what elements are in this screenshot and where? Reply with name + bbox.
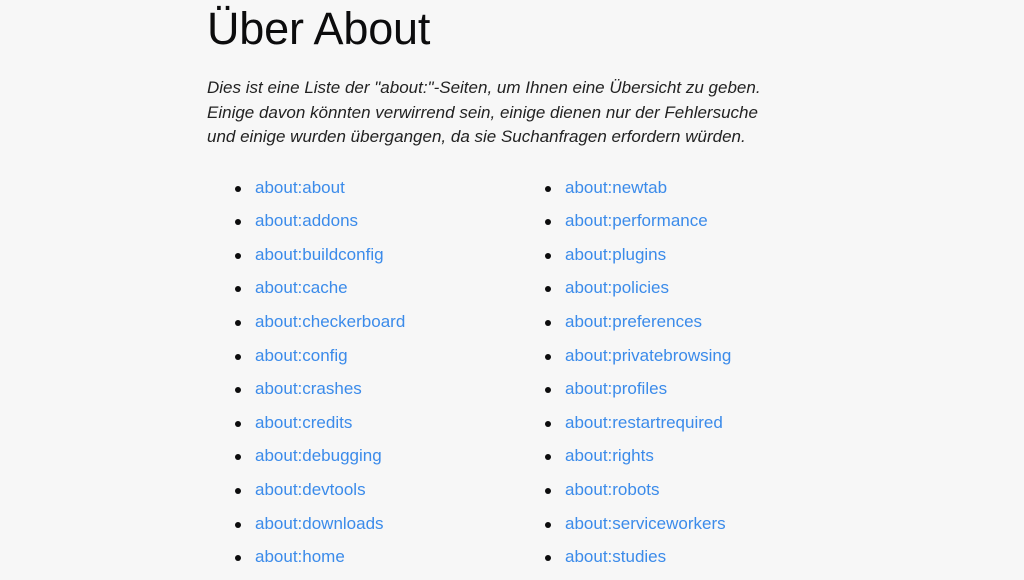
list-item: about:serviceworkers [542, 507, 872, 541]
about-pages-columns: about:about about:addons about:buildconf… [207, 171, 1024, 574]
about-page-link[interactable]: about:credits [255, 413, 352, 432]
about-page-link[interactable]: about:devtools [255, 480, 366, 499]
about-page-link[interactable]: about:performance [565, 211, 708, 230]
list-item: about:preferences [542, 305, 872, 339]
about-page-link[interactable]: about:cache [255, 278, 348, 297]
about-page-link[interactable]: about:rights [565, 446, 654, 465]
bullet-icon [235, 555, 241, 562]
list-item: about:restartrequired [542, 406, 872, 440]
about-list-left-column: about:about about:addons about:buildconf… [232, 171, 542, 574]
bullet-icon [235, 454, 241, 461]
bullet-icon [545, 219, 551, 226]
intro-line-3: und einige wurden übergangen, da sie Suc… [207, 127, 746, 147]
list-item: about:buildconfig [232, 238, 542, 272]
intro-paragraph: Dies ist eine Liste der "about:"-Seiten,… [207, 76, 807, 150]
list-item: about:downloads [232, 507, 542, 541]
bullet-icon [545, 185, 551, 192]
about-page-link[interactable]: about:checkerboard [255, 312, 405, 331]
list-item: about:devtools [232, 473, 542, 507]
about-page-link[interactable]: about:crashes [255, 379, 362, 398]
bullet-icon [545, 454, 551, 461]
about-page-link[interactable]: about:robots [565, 480, 660, 499]
bullet-icon [235, 420, 241, 427]
about-page-link[interactable]: about:studies [565, 547, 666, 566]
list-item: about:home [232, 540, 542, 574]
list-item: about:cache [232, 271, 542, 305]
bullet-icon [235, 252, 241, 259]
about-page-link[interactable]: about:newtab [565, 178, 667, 197]
bullet-icon [545, 252, 551, 259]
list-item: about:about [232, 171, 542, 205]
about-page-link[interactable]: about:profiles [565, 379, 667, 398]
list-item: about:rights [542, 439, 872, 473]
about-page: Über About Dies ist eine Liste der "abou… [0, 0, 1024, 576]
list-item: about:checkerboard [232, 305, 542, 339]
bullet-icon [545, 286, 551, 293]
list-item: about:crashes [232, 372, 542, 406]
about-page-link[interactable]: about:preferences [565, 312, 702, 331]
bullet-icon [545, 487, 551, 494]
about-page-link[interactable]: about:config [255, 346, 348, 365]
about-page-link[interactable]: about:downloads [255, 514, 384, 533]
about-page-link[interactable]: about:buildconfig [255, 245, 384, 264]
about-page-link[interactable]: about:debugging [255, 446, 382, 465]
bullet-icon [235, 185, 241, 192]
about-page-link[interactable]: about:policies [565, 278, 669, 297]
intro-line-1: Dies ist eine Liste der "about:"-Seiten,… [207, 78, 761, 98]
list-item: about:policies [542, 271, 872, 305]
bullet-icon [545, 521, 551, 528]
about-page-link[interactable]: about:plugins [565, 245, 666, 264]
about-page-link[interactable]: about:addons [255, 211, 358, 230]
list-item: about:addons [232, 204, 542, 238]
page-title: Über About [207, 3, 431, 54]
about-page-link[interactable]: about:about [255, 178, 345, 197]
about-page-link[interactable]: about:restartrequired [565, 413, 723, 432]
list-item: about:config [232, 339, 542, 373]
about-list-right-column: about:newtab about:performance about:plu… [542, 171, 872, 574]
bullet-icon [545, 387, 551, 394]
bullet-icon [235, 487, 241, 494]
bullet-icon [235, 521, 241, 528]
about-page-link[interactable]: about:home [255, 547, 345, 566]
bullet-icon [235, 319, 241, 326]
bullet-icon [235, 286, 241, 293]
list-item: about:performance [542, 204, 872, 238]
bullet-icon [545, 555, 551, 562]
bullet-icon [235, 387, 241, 394]
list-item: about:newtab [542, 171, 872, 205]
list-item: about:credits [232, 406, 542, 440]
about-page-link[interactable]: about:privatebrowsing [565, 346, 731, 365]
bullet-icon [235, 219, 241, 226]
list-item: about:debugging [232, 439, 542, 473]
list-item: about:studies [542, 540, 872, 574]
list-item: about:privatebrowsing [542, 339, 872, 373]
intro-line-2: Einige davon könnten verwirrend sein, ei… [207, 102, 758, 122]
list-item: about:plugins [542, 238, 872, 272]
about-page-link[interactable]: about:serviceworkers [565, 514, 726, 533]
bullet-icon [545, 420, 551, 427]
list-item: about:robots [542, 473, 872, 507]
bullet-icon [545, 353, 551, 360]
bullet-icon [235, 353, 241, 360]
bullet-icon [545, 319, 551, 326]
list-item: about:profiles [542, 372, 872, 406]
